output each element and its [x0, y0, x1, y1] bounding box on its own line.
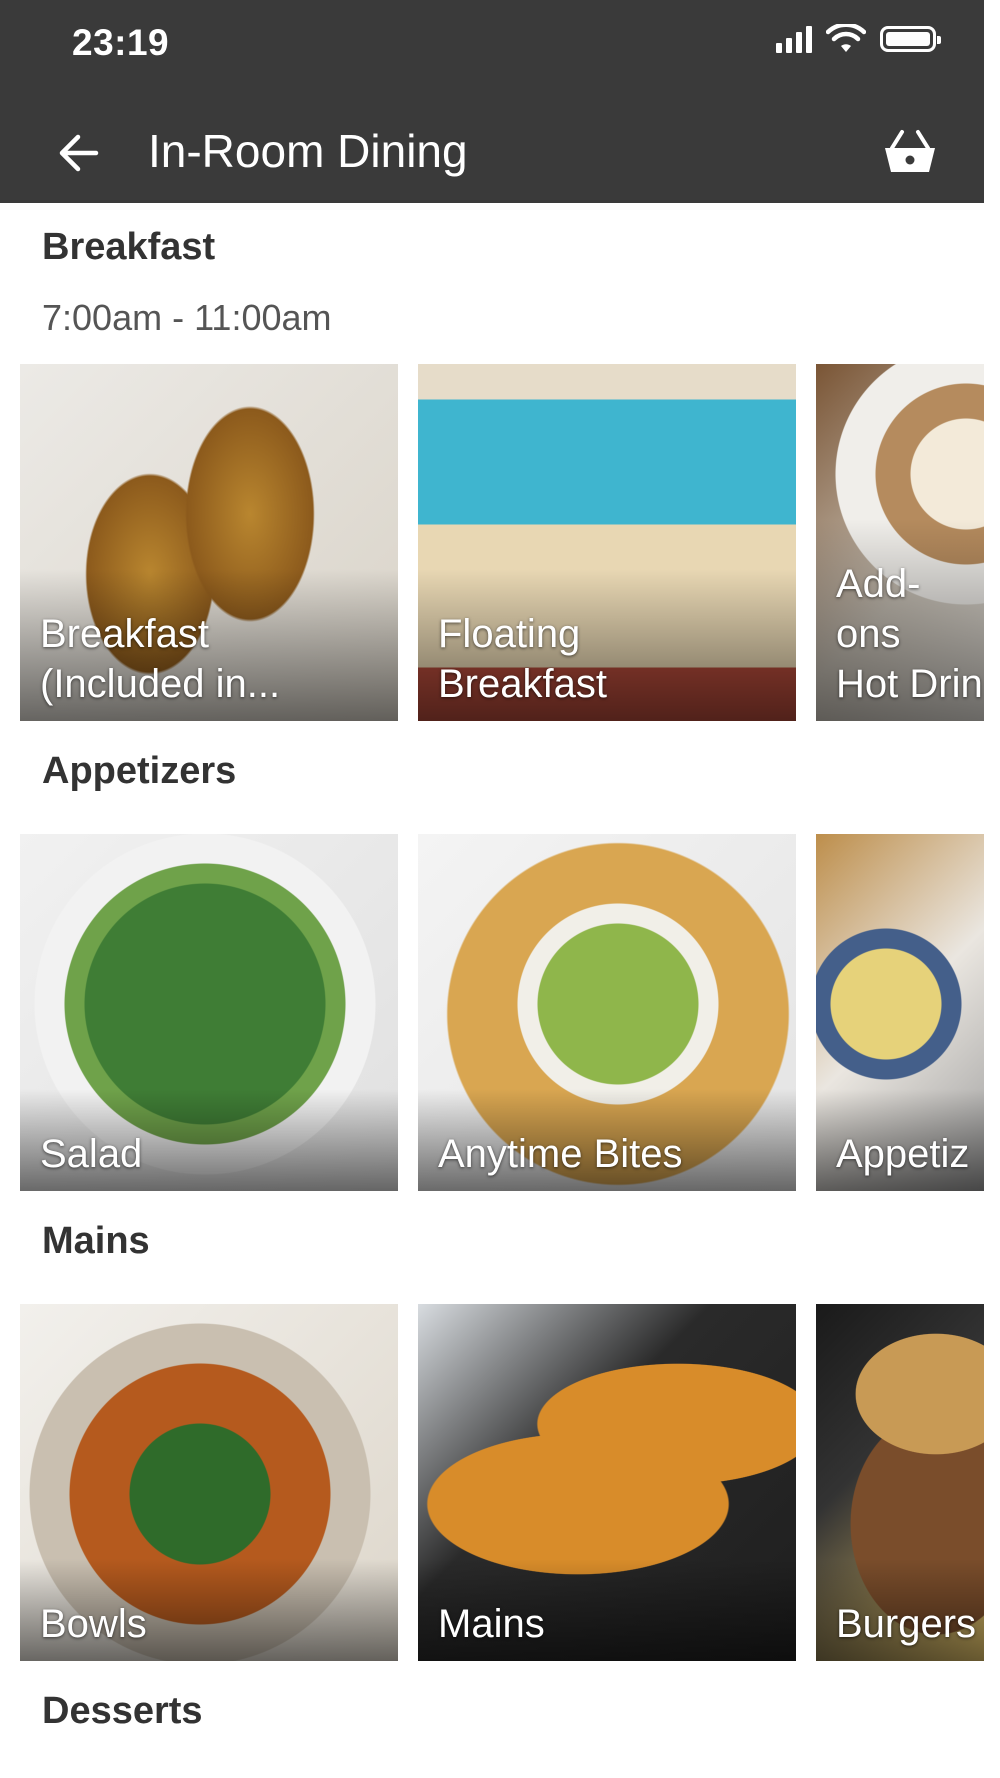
menu-card-burgers[interactable]: Burgers [816, 1304, 984, 1661]
app-header: 23:19 In-Room Dining [0, 0, 984, 203]
section-title-desserts: Desserts [42, 1690, 203, 1732]
menu-card-label: Bowls [20, 1559, 398, 1661]
appetizers-row[interactable]: Salad Anytime Bites Appetiz [20, 834, 984, 1191]
breakfast-row[interactable]: Breakfast (Included in... Floating Break… [20, 364, 984, 721]
menu-card-breakfast-included[interactable]: Breakfast (Included in... [20, 364, 398, 721]
arrow-left-icon [59, 134, 99, 172]
basket-icon [885, 130, 935, 172]
status-icons [776, 24, 941, 54]
section-title-breakfast: Breakfast [42, 226, 216, 268]
menu-card-label: Appetiz [816, 1089, 984, 1191]
wifi-icon [826, 24, 866, 52]
menu-card-mains[interactable]: Mains [418, 1304, 796, 1661]
menu-card-label: Salad [20, 1089, 398, 1191]
page-margin [984, 0, 1000, 1778]
cart-button[interactable] [878, 124, 942, 180]
mains-row[interactable]: Bowls Mains Burgers [20, 1304, 984, 1661]
menu-card-label: Add-ons Hot Drin [816, 519, 984, 721]
menu-card-appetizers[interactable]: Appetiz [816, 834, 984, 1191]
back-button[interactable] [50, 125, 106, 181]
cellular-signal-icon [776, 25, 812, 53]
menu-card-label: Anytime Bites [418, 1089, 796, 1191]
menu-card-anytime-bites[interactable]: Anytime Bites [418, 834, 796, 1191]
menu-card-label: Floating Breakfast [418, 569, 796, 721]
menu-card-label: Breakfast (Included in... [20, 569, 398, 721]
menu-card-label: Mains [418, 1559, 796, 1661]
battery-icon [880, 26, 941, 52]
section-title-appetizers: Appetizers [42, 750, 237, 792]
section-hours-breakfast: 7:00am - 11:00am [42, 297, 332, 338]
status-time: 23:19 [72, 22, 170, 63]
menu-card-label: Burgers [816, 1559, 984, 1661]
app-screen: 23:19 In-Room Dining Breakfast 7:00am - … [0, 0, 984, 1778]
menu-card-add-ons-hot-drinks[interactable]: Add-ons Hot Drin [816, 364, 984, 721]
menu-card-salad[interactable]: Salad [20, 834, 398, 1191]
page-title: In-Room Dining [148, 125, 468, 177]
menu-card-floating-breakfast[interactable]: Floating Breakfast [418, 364, 796, 721]
section-title-mains: Mains [42, 1220, 150, 1262]
menu-card-bowls[interactable]: Bowls [20, 1304, 398, 1661]
